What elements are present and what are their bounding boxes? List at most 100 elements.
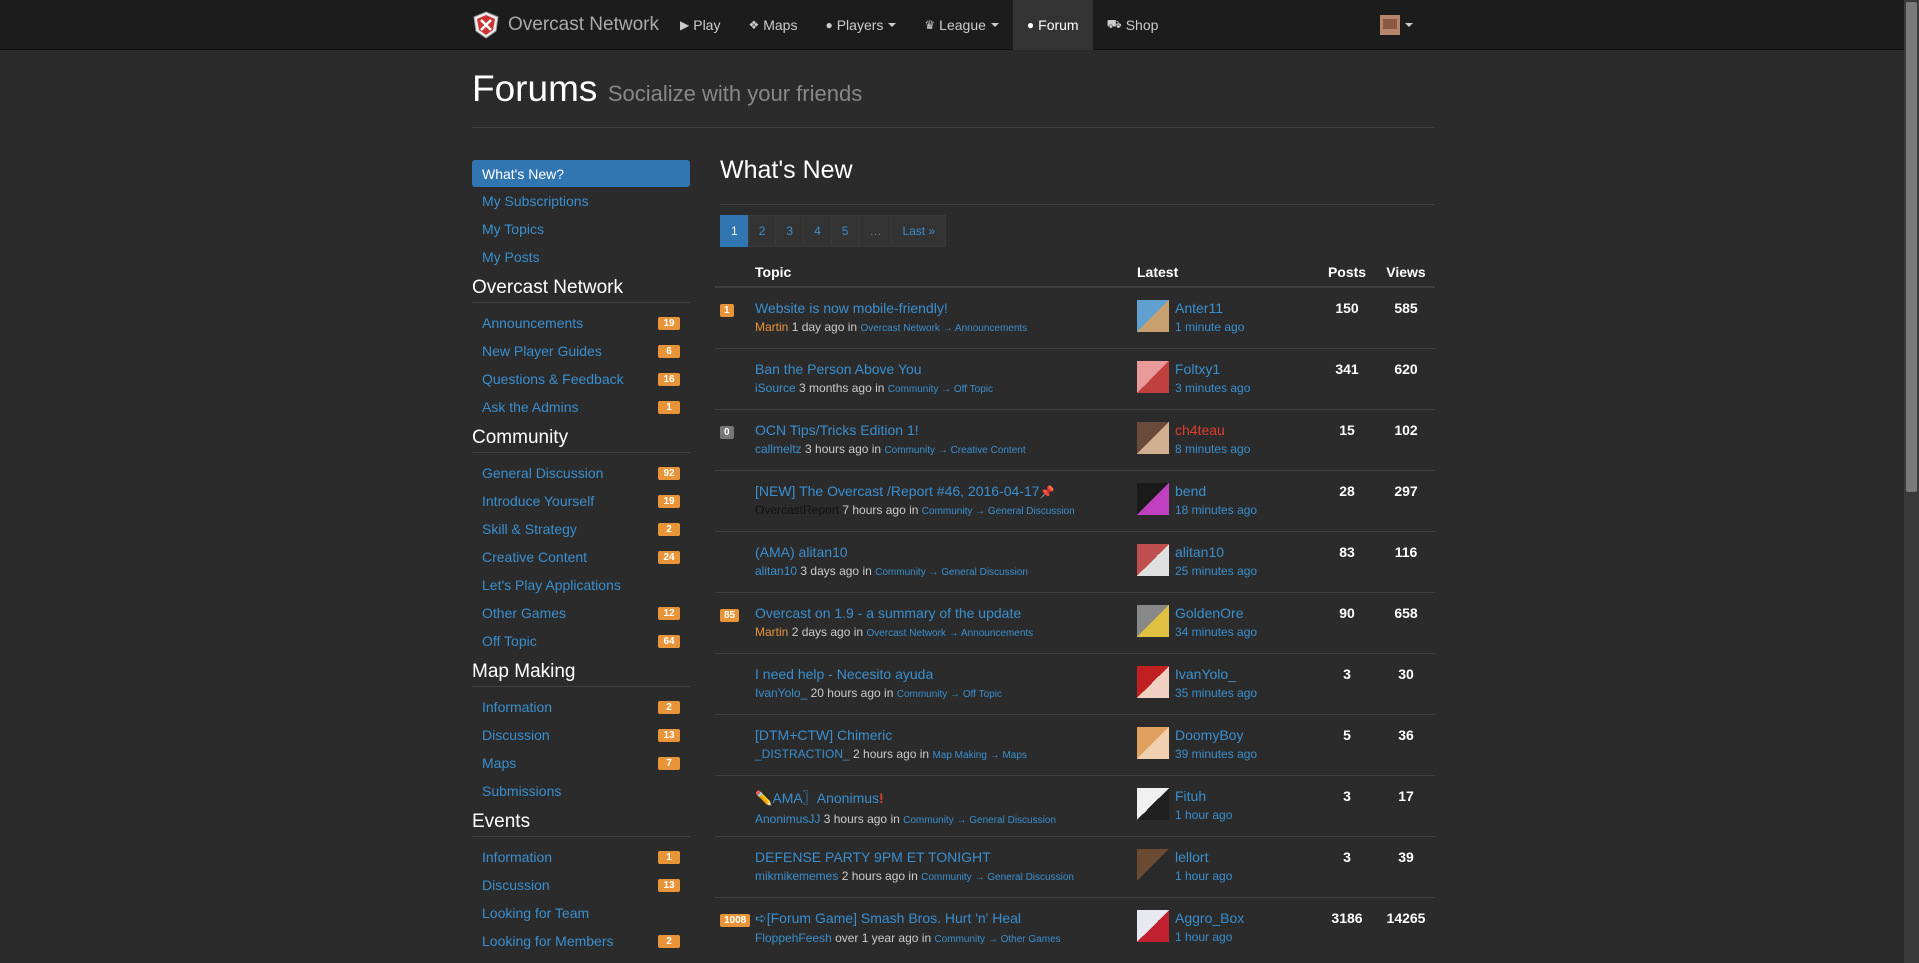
sidebar-category-link[interactable]: Introduce Yourself 19 xyxy=(472,487,690,515)
sidebar-category-link[interactable]: Announcements 19 xyxy=(472,309,690,337)
sidebar-category-link[interactable]: Discussion 13 xyxy=(472,721,690,749)
sidebar-category-link[interactable]: Ask the Admins 1 xyxy=(472,393,690,421)
latest-user-link[interactable]: bend xyxy=(1175,483,1257,499)
topic-title-link[interactable]: [NEW] The Overcast /Report #46, 2016-04-… xyxy=(755,483,1137,499)
topic-author-link[interactable]: OvercastReport xyxy=(755,503,839,517)
topic-category-link[interactable]: Map Making → Maps xyxy=(932,750,1026,761)
topic-category-link[interactable]: Community → Other Games xyxy=(934,934,1060,945)
latest-time-link[interactable]: 25 minutes ago xyxy=(1175,564,1257,578)
nav-item-forum[interactable]: ● Forum xyxy=(1012,0,1093,50)
avatar[interactable] xyxy=(1137,787,1169,820)
sidebar-category-link[interactable]: Skill & Strategy 2 xyxy=(472,515,690,543)
latest-user-link[interactable]: Foltxy1 xyxy=(1175,361,1250,377)
topic-title-link[interactable]: I need help - Necesito ayuda xyxy=(755,666,1137,682)
topic-title-link[interactable]: Ban the Person Above You xyxy=(755,361,1137,377)
sidebar-category-link[interactable]: Discussion 13 xyxy=(472,871,690,899)
avatar[interactable] xyxy=(1137,604,1169,637)
topic-title-link[interactable]: (AMA) alitan10 xyxy=(755,544,1137,560)
topic-category-link[interactable]: Community → Creative Content xyxy=(884,445,1025,456)
latest-time-link[interactable]: 1 minute ago xyxy=(1175,320,1244,334)
sidebar-link[interactable]: My Topics xyxy=(472,215,690,243)
topic-category-link[interactable]: Community → General Discussion xyxy=(921,872,1074,883)
avatar[interactable] xyxy=(1137,543,1169,576)
topic-author-link[interactable]: mikmikememes xyxy=(755,869,838,883)
topic-author-link[interactable]: AnonimusJJ xyxy=(755,812,820,826)
nav-item-shop[interactable]: ⛟ Shop xyxy=(1093,0,1173,50)
latest-time-link[interactable]: 18 minutes ago xyxy=(1175,503,1257,517)
page-link[interactable]: 3 xyxy=(775,215,805,247)
topic-category-link[interactable]: Overcast Network → Announcements xyxy=(866,628,1033,639)
topic-category-link[interactable]: Community → Off Topic xyxy=(888,384,993,395)
sidebar-category-link[interactable]: Looking for Members 2 xyxy=(472,927,690,955)
topic-author-link[interactable]: Martin xyxy=(755,625,788,639)
sidebar-category-link[interactable]: Let's Play Applications xyxy=(472,571,690,599)
sidebar-link[interactable]: What's New? xyxy=(472,160,690,187)
avatar[interactable] xyxy=(1137,848,1169,881)
topic-author-link[interactable]: FloppehFeesh xyxy=(755,931,832,945)
topic-category-link[interactable]: Overcast Network → Announcements xyxy=(860,323,1027,334)
topic-author-link[interactable]: callmeltz xyxy=(755,442,802,456)
page-link[interactable]: 5 xyxy=(830,215,860,247)
topic-category-link[interactable]: Community → General Discussion xyxy=(875,567,1028,578)
avatar[interactable] xyxy=(1137,726,1169,759)
topic-title-link[interactable]: ➪[Forum Game] Smash Bros. Hurt 'n' Heal xyxy=(755,910,1137,927)
scrollbar-thumb[interactable] xyxy=(1906,2,1917,492)
sidebar-category-link[interactable]: Information 1 xyxy=(472,843,690,871)
latest-user-link[interactable]: DoomyBoy xyxy=(1175,727,1257,743)
latest-user-link[interactable]: lellort xyxy=(1175,849,1232,865)
avatar[interactable] xyxy=(1137,665,1169,698)
avatar[interactable] xyxy=(1137,360,1169,393)
latest-user-link[interactable]: IvanYolo_ xyxy=(1175,666,1257,682)
sidebar-link[interactable]: My Subscriptions xyxy=(472,187,690,215)
topic-title-link[interactable]: DEFENSE PARTY 9PM ET TONIGHT xyxy=(755,849,1137,865)
topic-author-link[interactable]: IvanYolo_ xyxy=(755,686,807,700)
latest-time-link[interactable]: 39 minutes ago xyxy=(1175,747,1257,761)
nav-item-players[interactable]: ● Players xyxy=(811,0,910,50)
sidebar-category-link[interactable]: Other Games 12 xyxy=(472,599,690,627)
sidebar-link[interactable]: My Posts xyxy=(472,243,690,271)
topic-author-link[interactable]: alitan10 xyxy=(755,564,797,578)
topic-title-link[interactable]: Overcast on 1.9 - a summary of the updat… xyxy=(755,605,1137,621)
latest-time-link[interactable]: 3 minutes ago xyxy=(1175,381,1250,395)
brand-link[interactable]: Overcast Network xyxy=(472,0,659,50)
topic-title-link[interactable]: [DTM+CTW] Chimeric xyxy=(755,727,1137,743)
topic-category-link[interactable]: Community → General Discussion xyxy=(903,815,1056,826)
latest-user-link[interactable]: GoldenOre xyxy=(1175,605,1257,621)
latest-time-link[interactable]: 1 hour ago xyxy=(1175,808,1232,822)
topic-title-link[interactable]: ✏️AMA〗Anonimus! xyxy=(755,788,1137,808)
avatar[interactable] xyxy=(1137,482,1169,515)
user-menu[interactable] xyxy=(1380,0,1413,50)
sidebar-category-link[interactable]: Maps 7 xyxy=(472,749,690,777)
page-link[interactable]: 2 xyxy=(747,215,777,247)
topic-title-link[interactable]: OCN Tips/Tricks Edition 1! xyxy=(755,422,1137,438)
sidebar-category-link[interactable]: Submissions xyxy=(472,777,690,805)
topic-author-link[interactable]: _DISTRACTION_ xyxy=(755,747,850,761)
topic-category-link[interactable]: Community → Off Topic xyxy=(897,689,1002,700)
scrollbar[interactable] xyxy=(1904,0,1919,963)
avatar[interactable] xyxy=(1137,300,1169,332)
latest-time-link[interactable]: 35 minutes ago xyxy=(1175,686,1257,700)
nav-item-play[interactable]: ▶ Play xyxy=(666,0,734,50)
latest-user-link[interactable]: alitan10 xyxy=(1175,544,1257,560)
latest-time-link[interactable]: 1 hour ago xyxy=(1175,869,1232,883)
sidebar-category-link[interactable]: Information 2 xyxy=(472,693,690,721)
avatar[interactable] xyxy=(1137,909,1169,942)
latest-user-link[interactable]: Fituh xyxy=(1175,788,1232,804)
avatar[interactable] xyxy=(1137,421,1169,454)
page-link[interactable]: Last » xyxy=(891,215,947,247)
latest-user-link[interactable]: Anter11 xyxy=(1175,300,1244,316)
topic-category-link[interactable]: Community → General Discussion xyxy=(922,506,1075,517)
sidebar-category-link[interactable]: Questions & Feedback 16 xyxy=(472,365,690,393)
latest-time-link[interactable]: 8 minutes ago xyxy=(1175,442,1250,456)
sidebar-category-link[interactable]: General Discussion 92 xyxy=(472,459,690,487)
sidebar-category-link[interactable]: Looking for Team xyxy=(472,899,690,927)
page-link[interactable]: 1 xyxy=(720,215,749,247)
page-link[interactable]: 4 xyxy=(803,215,832,247)
latest-time-link[interactable]: 1 hour ago xyxy=(1175,930,1244,944)
latest-user-link[interactable]: ch4teau xyxy=(1175,422,1250,438)
topic-author-link[interactable]: iSource xyxy=(755,381,796,395)
latest-user-link[interactable]: Aggro_Box xyxy=(1175,910,1244,926)
nav-item-maps[interactable]: ❖ Maps xyxy=(734,0,811,50)
latest-time-link[interactable]: 34 minutes ago xyxy=(1175,625,1257,639)
sidebar-category-link[interactable]: Creative Content 24 xyxy=(472,543,690,571)
